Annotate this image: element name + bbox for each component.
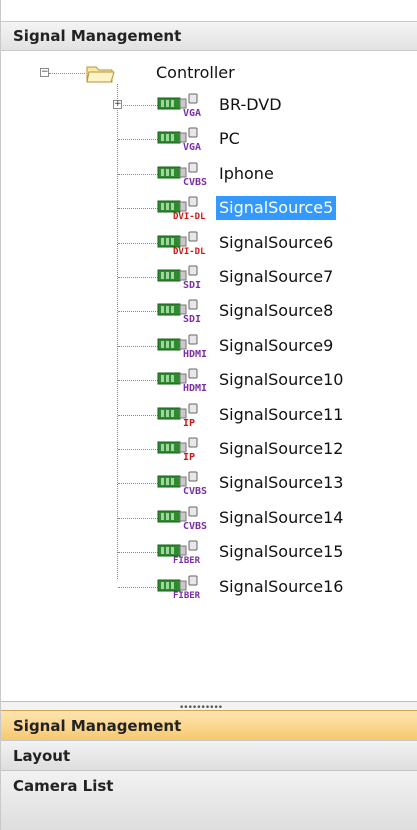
collapse-toggle-icon[interactable]: − xyxy=(40,68,49,77)
tree-item[interactable]: SignalSource5 xyxy=(216,196,337,221)
signal-card-hdmi-icon: HDMI xyxy=(157,368,207,393)
svg-text:HDMI: HDMI xyxy=(183,349,207,359)
signal-card-ip-icon: IP xyxy=(157,437,198,462)
signal-card-dvi-dl-icon: DVI-DL xyxy=(157,196,206,221)
tree-item[interactable]: SignalSource10 xyxy=(216,368,346,392)
pane-header: Signal Management xyxy=(1,21,417,51)
tree-item[interactable]: BR-DVD xyxy=(216,93,285,117)
svg-text:IP: IP xyxy=(183,452,195,462)
signal-card-cvbs-icon: CVBS xyxy=(157,162,207,187)
signal-management-pane: Signal Management − Controller + VGA BR-DV… xyxy=(0,0,417,830)
signal-card-cvbs-icon: CVBS xyxy=(157,471,207,496)
svg-text:FIBER: FIBER xyxy=(173,591,201,600)
svg-text:SDI: SDI xyxy=(183,280,201,290)
tree-item[interactable]: Iphone xyxy=(216,162,277,186)
tree-item[interactable]: SignalSource6 xyxy=(216,231,336,255)
signal-card-vga-icon: VGA xyxy=(157,127,201,152)
signal-card-cvbs-icon: CVBS xyxy=(157,506,207,531)
tree-item[interactable]: SignalSource15 xyxy=(216,540,346,564)
svg-text:HDMI: HDMI xyxy=(183,383,207,393)
tree-item[interactable]: SignalSource14 xyxy=(216,506,346,530)
svg-text:CVBS: CVBS xyxy=(183,521,207,531)
panel-button-layout[interactable]: Layout xyxy=(1,740,417,770)
svg-text:CVBS: CVBS xyxy=(183,486,207,496)
svg-text:SDI: SDI xyxy=(183,314,201,324)
tree-item[interactable]: SignalSource13 xyxy=(216,471,346,495)
signal-card-sdi-icon: SDI xyxy=(157,265,201,290)
folder-icon xyxy=(86,66,115,83)
tree-item[interactable]: SignalSource16 xyxy=(216,575,346,599)
tree-root-controller[interactable]: Controller xyxy=(153,61,238,85)
tree-item[interactable]: SignalSource7 xyxy=(216,265,336,289)
signal-card-ip-icon: IP xyxy=(157,403,198,428)
tree-item[interactable]: SignalSource12 xyxy=(216,437,346,461)
tree-item[interactable]: SignalSource9 xyxy=(216,334,336,358)
svg-text:CVBS: CVBS xyxy=(183,177,207,187)
tree-item[interactable]: SignalSource11 xyxy=(216,403,346,427)
svg-text:IP: IP xyxy=(183,418,195,428)
pane-splitter[interactable]: •••••••••• xyxy=(1,701,417,713)
svg-text:DVI-DL: DVI-DL xyxy=(173,247,206,256)
expand-toggle-icon[interactable]: + xyxy=(113,100,122,109)
svg-text:DVI-DL: DVI-DL xyxy=(173,212,206,221)
tree-item[interactable]: PC xyxy=(216,127,243,151)
svg-text:VGA: VGA xyxy=(183,142,201,152)
svg-text:FIBER: FIBER xyxy=(173,556,201,565)
tree-item[interactable]: SignalSource8 xyxy=(216,299,336,323)
svg-text:VGA: VGA xyxy=(183,108,201,118)
signal-card-hdmi-icon: HDMI xyxy=(157,334,207,359)
panel-button-signal-management[interactable]: Signal Management xyxy=(1,710,417,740)
signal-card-sdi-icon: SDI xyxy=(157,299,201,324)
signal-tree[interactable]: − Controller + VGA BR-DVD VGA PC CVBS Iphone DV… xyxy=(1,51,417,701)
signal-card-fiber-icon: FIBER xyxy=(157,575,201,600)
panel-button-camera-list[interactable]: Camera List xyxy=(1,770,417,830)
signal-card-dvi-dl-icon: DVI-DL xyxy=(157,231,206,256)
signal-card-fiber-icon: FIBER xyxy=(157,540,201,565)
signal-card-vga-icon: VGA xyxy=(157,93,201,118)
